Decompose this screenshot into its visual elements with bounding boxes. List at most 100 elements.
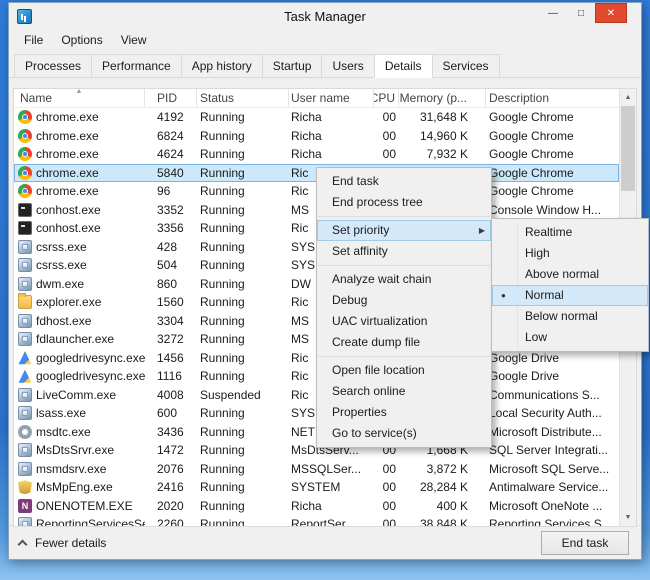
scroll-down-icon[interactable]: ▼ [620,509,636,526]
process-name-cell: fdhost.exe [14,312,145,331]
table-row[interactable]: ReportingServicesSer... 2260 Running Rep… [14,515,619,526]
generic-exe-icon [18,387,32,402]
process-description-cell: Google Chrome [489,165,574,180]
process-user-cell: Richa [291,147,322,162]
submenu-item-realtime[interactable]: Realtime [492,222,648,243]
process-name-cell: msmdsrv.exe [14,460,145,479]
process-description-cell: Communications S... [489,387,600,402]
process-memory-cell: 3,872 K [426,461,468,476]
submenu-arrow-icon: ▶ [478,226,485,235]
maximize-button[interactable]: □ [567,3,595,23]
task-manager-icon [17,8,32,24]
menu-options[interactable]: Options [52,31,111,49]
process-status-cell: Running [200,517,245,526]
context-menu: End task End process tree Set priority ▶… [316,167,492,448]
process-pid-cell: 4624 [157,147,184,162]
fewer-details-toggle[interactable]: Fewer details [17,535,107,550]
process-status-cell: Running [200,443,245,458]
process-pid-cell: 3272 [157,332,184,347]
tab-processes[interactable]: Processes [14,54,93,78]
context-menu-item-search-online[interactable]: Search online [317,381,491,402]
process-cpu-cell: 00 [382,147,396,162]
column-header-pid[interactable]: PID [145,89,197,107]
footer-bar: Fewer details End task [9,525,641,559]
desktop: Task Manager — □ ✕ File Options View Proce… [0,0,650,580]
scrollbar-thumb[interactable] [621,106,635,191]
table-header: ▲ Name PID Status User name CPU Memory (… [14,89,619,108]
context-menu-item-end-task[interactable]: End task [317,171,491,192]
table-row[interactable]: MsMpEng.exe 2416 Running SYSTEM 00 28,28… [14,478,619,497]
chrome-icon [18,128,32,143]
process-status-cell: Running [200,239,245,254]
menu-separator [318,356,490,357]
scroll-up-icon[interactable]: ▲ [620,89,636,106]
process-name-cell: explorer.exe [14,293,145,312]
process-pid-cell: 1116 [157,369,182,384]
table-row[interactable]: msmdsrv.exe 2076 Running MSSQLSer... 00 … [14,460,619,479]
column-header-memory[interactable]: Memory (p... [399,89,486,107]
end-task-button[interactable]: End task [541,530,629,555]
process-description-cell: Microsoft SQL Serve... [489,461,610,476]
process-name-cell: fdlauncher.exe [14,330,145,349]
close-button[interactable]: ✕ [595,3,627,23]
context-menu-item-set-priority[interactable]: Set priority ▶ [317,220,491,241]
tab-startup[interactable]: Startup [261,54,323,78]
context-menu-item-create-dump-file[interactable]: Create dump file [317,332,491,353]
context-menu-item-go-to-service-s[interactable]: Go to service(s) [317,423,491,444]
tab-app-history[interactable]: App history [180,54,263,78]
menu-file[interactable]: File [15,31,52,49]
process-pid-cell: 3436 [157,424,184,439]
table-row[interactable]: chrome.exe 6824 Running Richa 00 14,960 … [14,127,619,146]
process-pid-cell: 96 [157,184,171,199]
process-cpu-cell: 00 [382,461,396,476]
submenu-item-below-normal[interactable]: Below normal [492,306,648,327]
process-description-cell: Google Chrome [489,184,574,199]
menu-view[interactable]: View [112,31,156,49]
process-status-cell: Running [200,147,245,162]
column-header-name[interactable]: ▲ Name [14,89,145,107]
table-row[interactable]: ONENOTEM.EXE 2020 Running Richa 00 400 K… [14,497,619,516]
process-user-cell: MSSQLSer... [291,461,362,476]
submenu-item-low[interactable]: Low [492,327,648,348]
tab-performance[interactable]: Performance [91,54,182,78]
column-header-cpu[interactable]: CPU [374,89,399,107]
shield-icon [18,480,32,495]
title-bar: Task Manager — □ ✕ [9,3,641,29]
process-cpu-cell: 00 [382,110,396,125]
process-pid-cell: 1472 [157,443,184,458]
column-header-status[interactable]: Status [197,89,289,107]
process-pid-cell: 3356 [157,221,184,236]
process-pid-cell: 3352 [157,202,184,217]
minimize-button[interactable]: — [539,3,567,23]
context-menu-item-analyze-wait-chain[interactable]: Analyze wait chain [317,269,491,290]
tab-services[interactable]: Services [431,54,500,78]
column-header-description[interactable]: Description [486,89,619,107]
submenu-item-high[interactable]: High [492,243,648,264]
process-user-cell: SYSTEM [291,480,341,495]
tab-users[interactable]: Users [321,54,375,78]
fewer-details-label: Fewer details [35,535,107,550]
process-name-cell: csrss.exe [14,256,145,275]
tab-details[interactable]: Details [373,54,433,78]
process-status-cell: Running [200,406,245,421]
submenu-item-above-normal[interactable]: Above normal [492,264,648,285]
column-header-user-name[interactable]: User name [289,89,374,107]
process-name-cell: dwm.exe [14,275,145,294]
context-menu-item-uac-virtualization[interactable]: UAC virtualization [317,311,491,332]
context-menu-item-set-affinity[interactable]: Set affinity [317,241,491,262]
context-menu-item-properties[interactable]: Properties [317,402,491,423]
table-row[interactable]: chrome.exe 4192 Running Richa 00 31,648 … [14,108,619,127]
table-row[interactable]: chrome.exe 4624 Running Richa 00 7,932 K… [14,145,619,164]
process-pid-cell: 504 [157,258,178,273]
context-menu-item-open-file-location[interactable]: Open file location [317,360,491,381]
process-description-cell: Google Drive [489,369,560,384]
set-priority-submenu: Realtime High Above normal Normal ● Belo… [491,218,649,352]
process-description-cell: Antimalware Service... [489,480,609,495]
context-menu-item-debug[interactable]: Debug [317,290,491,311]
process-description-cell: Console Window H... [489,202,602,217]
context-menu-item-end-process-tree[interactable]: End process tree [317,192,491,213]
tab-strip: Processes Performance App history Startup Us… [9,51,641,78]
process-pid-cell: 860 [157,276,178,291]
process-status-cell: Running [200,276,245,291]
submenu-item-normal[interactable]: Normal ● [492,285,648,306]
